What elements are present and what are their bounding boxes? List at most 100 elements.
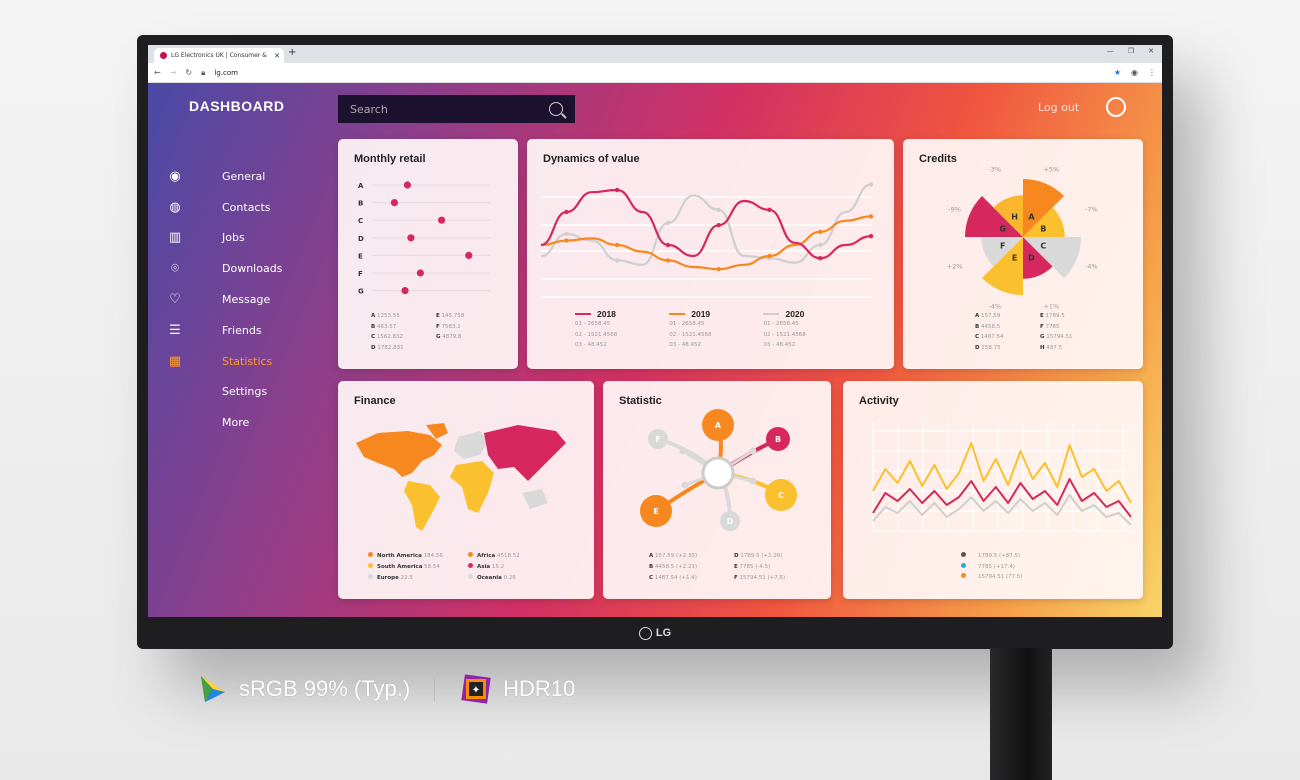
grid-icon: ▦ — [168, 353, 182, 369]
sector-label: B — [1040, 225, 1046, 234]
close-window-icon[interactable]: ✕ — [1148, 47, 1154, 55]
row-dot — [465, 251, 473, 259]
legend-item: H 487.5 — [1040, 344, 1063, 351]
sidebar-item-downloads[interactable]: ⌾ Downloads — [166, 253, 282, 284]
dynamics-card: Dynamics of value 2018 01 - 2658.45 02 - 1… — [527, 139, 894, 369]
browser-tab[interactable]: LG Electronics UK | Consumer & ✕ — [154, 48, 284, 63]
row-dot — [416, 269, 424, 277]
legend-item: D 258.75 — [975, 344, 1001, 351]
legend-item: G 15794.51 — [1040, 334, 1073, 340]
sector-label: G — [999, 225, 1006, 234]
legend-swatch — [763, 312, 780, 316]
feature-badges: sRGB 99% (Typ.) ✦ HDR10 — [195, 672, 575, 706]
monitor: LG Electronics UK | Consumer & ✕ + — ❐ ✕ ← →… — [137, 35, 1173, 649]
minimize-icon[interactable]: — — [1107, 47, 1114, 55]
legend-item: 7785 (+17.4) — [961, 562, 1023, 573]
legend-swatch — [669, 312, 686, 316]
close-tab-icon[interactable]: ✕ — [274, 52, 280, 60]
sidebar-item-more[interactable]: More — [166, 407, 282, 438]
activity-line — [872, 494, 1132, 526]
legend-item: Asia 15.2 — [468, 562, 568, 573]
sidebar-item-label: Jobs — [222, 231, 245, 245]
petal-label: F — [655, 435, 660, 444]
sector-label: H — [1011, 213, 1018, 222]
sidebar-item-statistics[interactable]: ▦ Statistics — [166, 346, 282, 377]
search-input[interactable]: Search — [338, 95, 575, 123]
forward-icon[interactable]: → — [170, 68, 177, 77]
user-avatar-icon[interactable] — [1106, 97, 1126, 117]
lg-logo-icon — [638, 626, 652, 640]
monthly-retail-card: Monthly retail ABCDEFG A 1253.55 B 463.57… — [338, 139, 518, 369]
sidebar-item-contacts[interactable]: ◍ Contacts — [166, 192, 282, 223]
sliders-icon: ☰ — [169, 322, 181, 338]
sidebar-item-message[interactable]: ♡ Message — [166, 284, 282, 315]
hdr-label: HDR10 — [503, 676, 576, 701]
series-point — [564, 238, 569, 243]
legend-dot — [368, 552, 373, 557]
legend-year: 2018 — [597, 309, 616, 319]
legend-dot — [961, 573, 966, 578]
map-oceania — [522, 489, 548, 509]
sidebar-item-label: Message — [222, 293, 271, 307]
profile-icon[interactable]: ◉ — [1131, 68, 1138, 77]
blank-icon — [166, 415, 184, 431]
legend-item: B 4458.5 — [975, 323, 1001, 330]
legend-dot — [468, 574, 473, 579]
logout-link[interactable]: Log out — [1038, 101, 1079, 114]
heart-icon: ♡ — [169, 292, 181, 308]
monitor-stand — [990, 648, 1052, 780]
series-point — [868, 234, 874, 239]
new-tab-button[interactable]: + — [288, 47, 296, 58]
menu-icon[interactable]: ⋮ — [1148, 68, 1156, 77]
sidebar-item-settings[interactable]: Settings — [166, 377, 282, 408]
series-point — [767, 253, 772, 259]
sidebar-item-jobs[interactable]: ▥ Jobs — [166, 223, 282, 254]
legend-year: 2019 — [691, 309, 711, 319]
hdr-icon: ✦ — [461, 674, 491, 704]
legend-dot — [368, 563, 373, 568]
map-south-america — [404, 481, 440, 531]
browser-tab-bar: LG Electronics UK | Consumer & ✕ + — ❐ ✕ — [148, 45, 1162, 63]
sector-pct: -9% — [948, 206, 961, 214]
statistic-card: Statistic ABCDEF A 157.59 (+2.35) B 4458.… — [603, 381, 831, 599]
search-icon[interactable] — [549, 102, 563, 116]
series-point — [818, 256, 823, 261]
series-point — [665, 242, 671, 248]
bookmark-star-icon[interactable]: ★ — [1114, 68, 1121, 77]
activity-legend: 1789.5 (+87.5) 7785 (+17.4) 15794.51 (77.5… — [961, 551, 1023, 583]
series-point — [614, 242, 620, 248]
legend-item: Europe 22.5 — [368, 573, 468, 584]
lg-favicon-icon — [160, 52, 167, 59]
series-point — [564, 209, 569, 215]
series-point — [716, 223, 721, 228]
sidebar-item-label: More — [222, 416, 250, 430]
legend-item: Africa 4518.52 — [468, 551, 568, 562]
url-field[interactable]: lg.com — [214, 69, 238, 77]
legend-item: D 1789.5 (+1.26) — [734, 553, 783, 559]
maximize-icon[interactable]: ❐ — [1128, 47, 1134, 55]
screen: LG Electronics UK | Consumer & ✕ + — ❐ ✕ ← →… — [148, 45, 1162, 617]
sidebar-item-friends[interactable]: ☰ Friends — [166, 315, 282, 346]
legend-series: 2018 01 - 2658.45 02 - 1521.4568 03 - 48.45… — [575, 309, 617, 351]
legend-item: C 1487.54 — [975, 334, 1004, 340]
legend-line: 02 - 1521.4568 — [669, 331, 712, 338]
legend-item: 15794.51 (77.5) — [961, 572, 1023, 583]
legend-item: A 157.59 — [975, 313, 1001, 319]
sidebar-item-general[interactable]: ◉ General — [166, 161, 282, 192]
row-label: E — [358, 252, 363, 260]
target-icon: ◉ — [169, 168, 181, 184]
legend-item: D 1782.831 — [371, 344, 404, 351]
legend-item: B 463.57 — [371, 323, 397, 330]
legend-series: 2019 01 - 2658.45 02 - 1521.4568 03 - 48.45… — [669, 309, 711, 351]
series-point — [716, 207, 721, 212]
legend-dot — [961, 562, 966, 568]
row-label: C — [358, 217, 363, 225]
row-dot — [390, 199, 399, 207]
color-gamut-icon — [201, 676, 225, 702]
reload-icon[interactable]: ↻ — [185, 68, 192, 77]
back-icon[interactable]: ← — [154, 68, 161, 77]
minor-node — [749, 477, 757, 485]
row-dot — [401, 287, 409, 295]
series-point — [665, 258, 671, 263]
minor-node — [679, 447, 687, 455]
